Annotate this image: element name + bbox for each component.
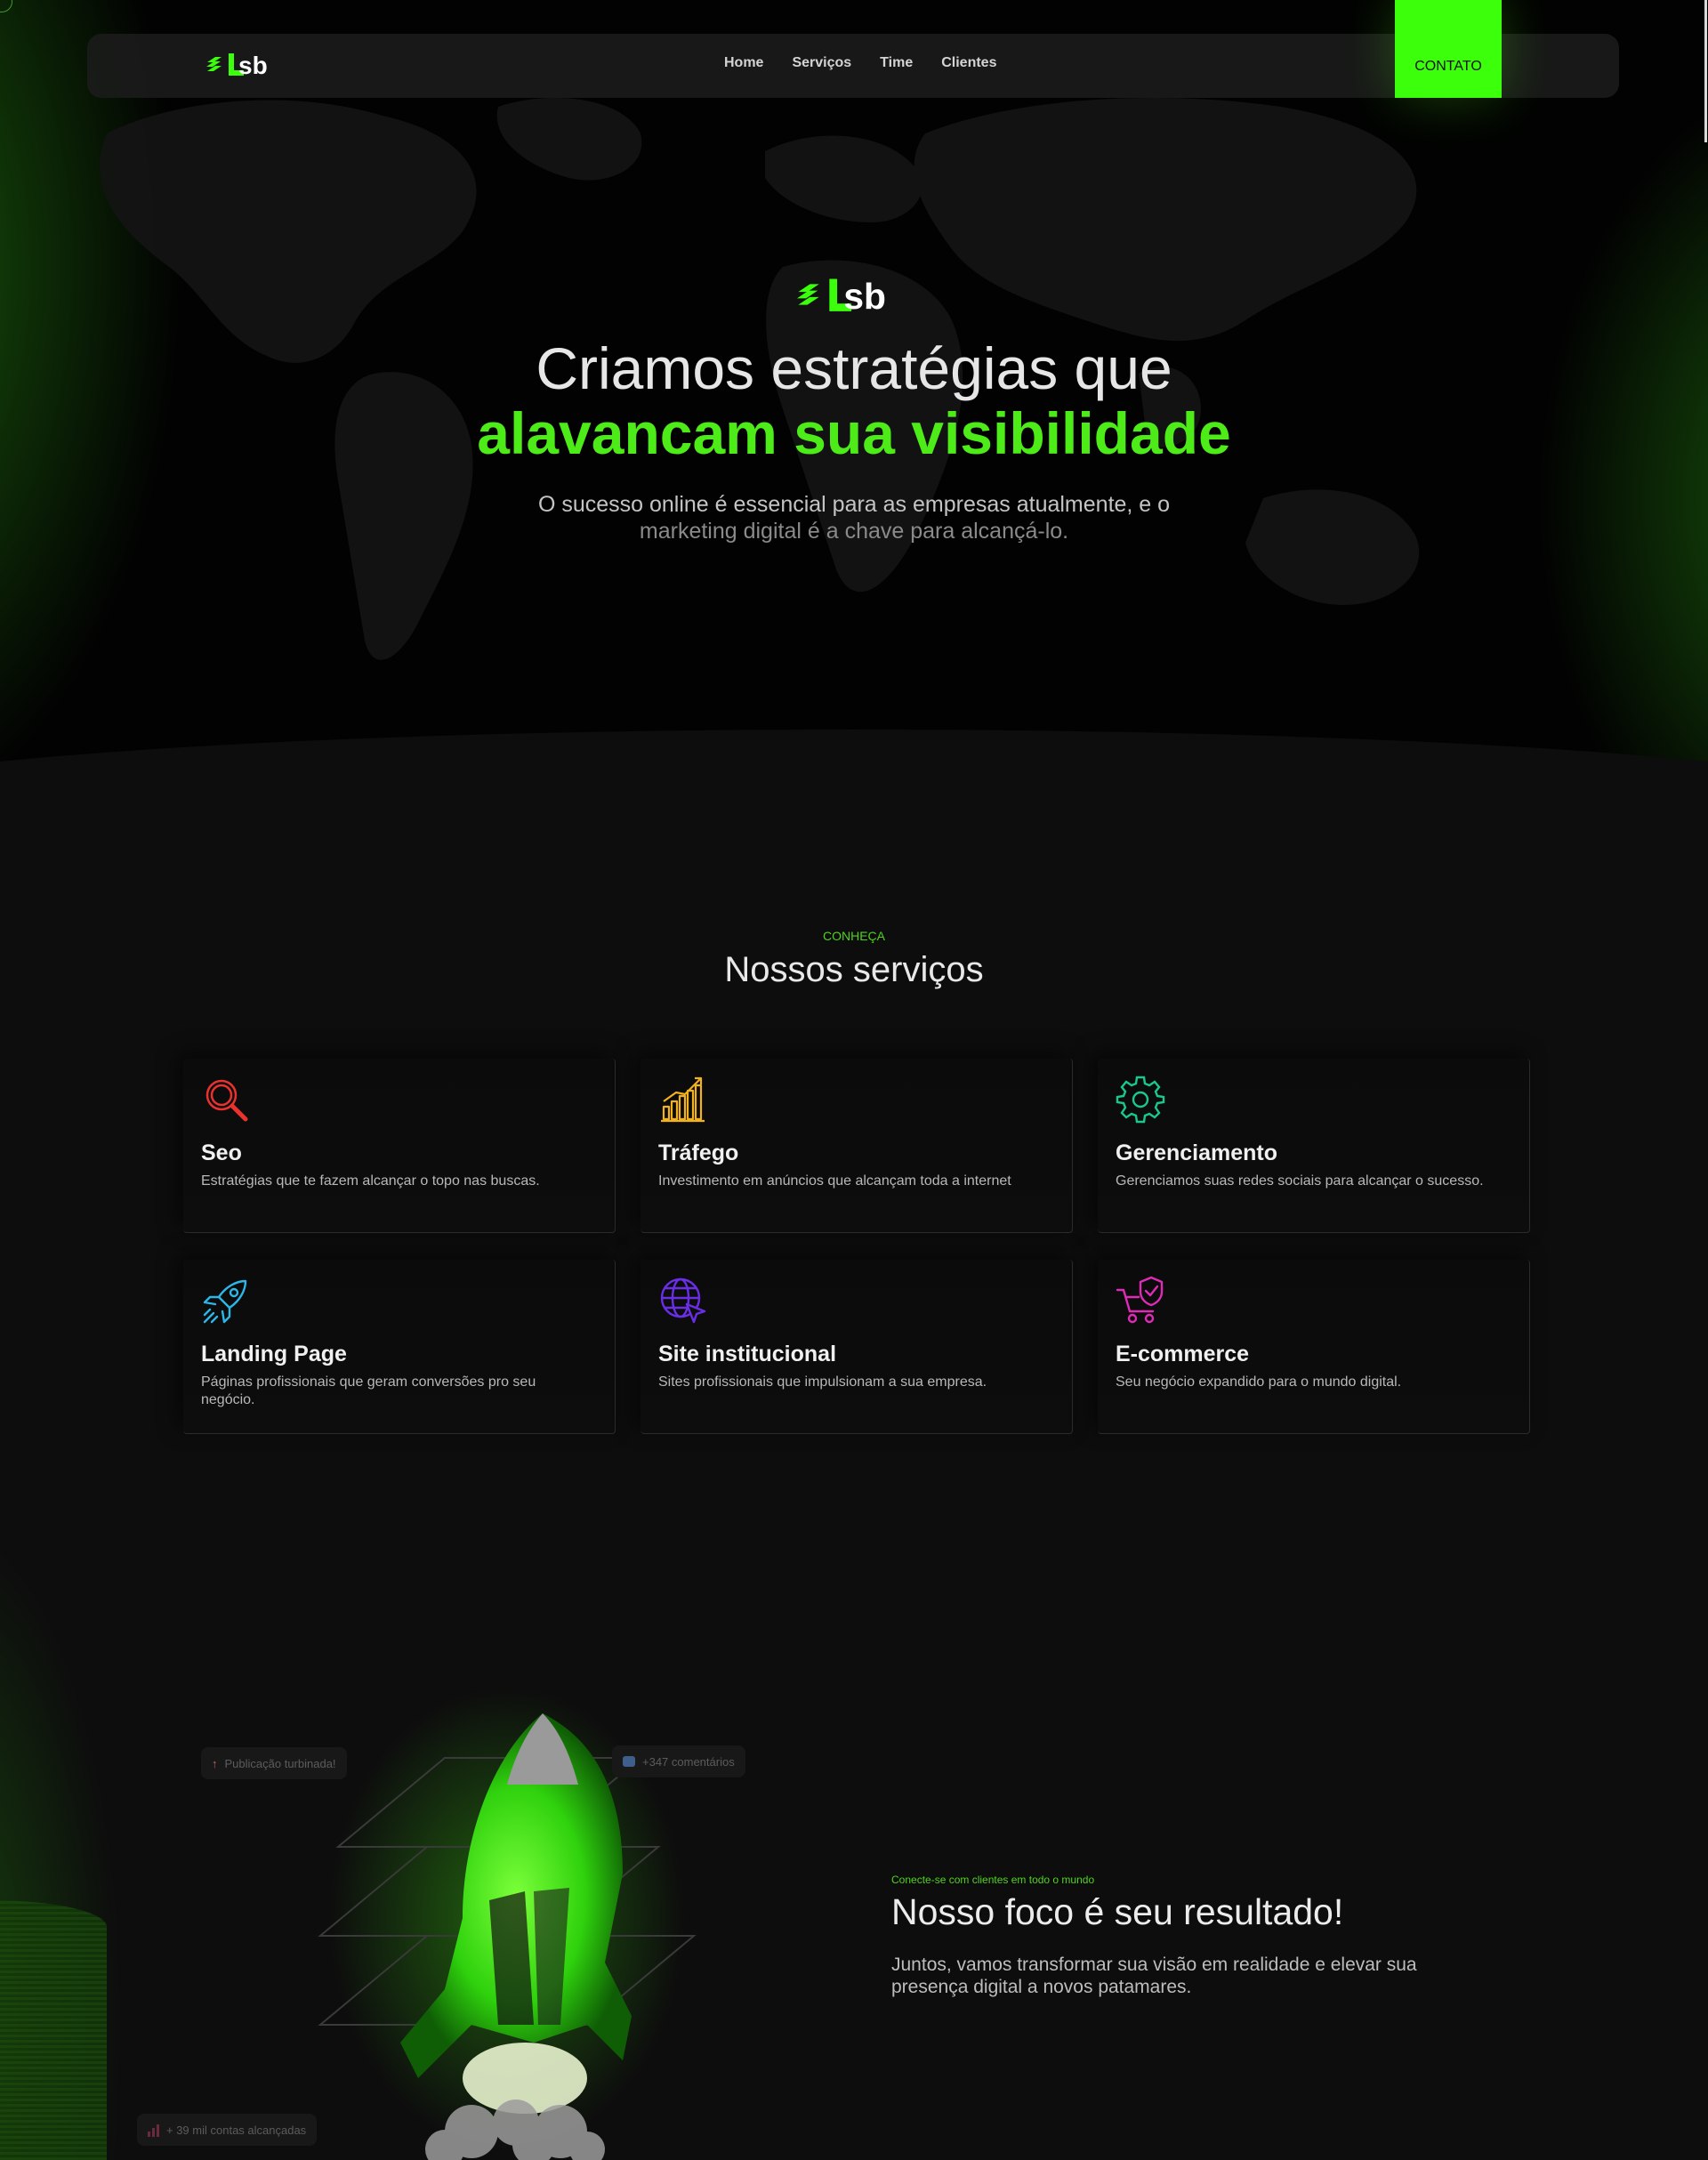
hero-subtitle-line2: marketing digital é a chave para alcançá…	[639, 519, 1069, 544]
logo-mark-icon: sb	[796, 276, 886, 317]
rocket-icon	[203, 1279, 247, 1324]
bar-chart-icon	[661, 1076, 705, 1123]
service-description: Estratégias que te fazem alcançar o topo…	[201, 1173, 540, 1189]
contact-button[interactable]: CONTATO	[1395, 0, 1502, 98]
nav-link-time[interactable]: Time	[880, 55, 913, 71]
service-title: Landing Page	[201, 1342, 347, 1366]
service-description: Sites profissionais que impulsionam a su…	[658, 1374, 987, 1390]
gear-icon	[1116, 1076, 1165, 1124]
focus-title: Nosso foco é seu resultado!	[891, 1891, 1344, 1932]
pedestal-decoration	[0, 1900, 107, 2160]
nav-link-servicos[interactable]: Serviços	[792, 55, 851, 71]
svg-text:sb: sb	[238, 52, 268, 78]
nav-links: Home Serviços Time Clientes	[724, 55, 996, 71]
service-title: Seo	[201, 1140, 242, 1165]
service-description: Seu negócio expandido para o mundo digit…	[1116, 1374, 1402, 1390]
service-description: Páginas profissionais que geram conversõ…	[201, 1374, 536, 1407]
service-title: Site institucional	[658, 1342, 837, 1366]
service-title: E-commerce	[1116, 1342, 1250, 1366]
logo-mark-icon: sb	[206, 52, 268, 78]
focus-section	[0, 1527, 1708, 2160]
cart-shield-icon	[1116, 1276, 1164, 1324]
globe-cursor-icon	[660, 1277, 706, 1324]
chip-reach: + 39 mil contas alcançadas	[137, 2114, 318, 2146]
comment-icon	[623, 1756, 635, 1767]
search-icon	[205, 1079, 248, 1122]
chip-publication-text: Publicação turbinada!	[224, 1756, 336, 1770]
nav-link-home[interactable]: Home	[724, 55, 763, 71]
hero-title: Criamos estratégias que alavancam sua vi…	[0, 336, 1708, 466]
rocket-icon: ↑	[212, 1756, 218, 1770]
service-card-seo[interactable]: Seo Estratégias que te fazem alcançar o …	[183, 1059, 616, 1233]
bar-chart-icon	[148, 2123, 159, 2137]
focus-eyebrow: Conecte-se com clientes em todo o mundo	[891, 1874, 1095, 1886]
chip-reach-text: + 39 mil contas alcançadas	[166, 2123, 307, 2137]
services-eyebrow: CONHEÇA	[822, 929, 885, 943]
edge-highlight-decoration	[1704, 0, 1707, 142]
chip-comments-text: +347 comentários	[642, 1754, 735, 1769]
service-card-site-institucional[interactable]: Site institucional Sites profissionais q…	[640, 1260, 1073, 1434]
service-card-landing-page[interactable]: Landing Page Páginas profissionais que g…	[183, 1260, 616, 1434]
chip-publication: ↑ Publicação turbinada!	[201, 1747, 347, 1779]
service-card-trafego[interactable]: Tráfego Investimento em anúncios que alc…	[640, 1059, 1073, 1233]
nav-link-clientes[interactable]: Clientes	[941, 55, 996, 71]
svg-text:sb: sb	[843, 276, 886, 317]
service-description: Investimento em anúncios que alcançam to…	[658, 1173, 1011, 1189]
focus-description: Juntos, vamos transformar sua visão em r…	[891, 1954, 1417, 1997]
hero-subtitle: O sucesso online é essencial para as emp…	[498, 491, 1210, 544]
service-title: Gerenciamento	[1116, 1140, 1278, 1165]
services-title: Nossos serviços	[724, 950, 984, 989]
hero-title-highlight: alavancam sua visibilidade	[477, 400, 1231, 466]
service-description: Gerenciamos suas redes sociais para alca…	[1116, 1173, 1484, 1189]
service-card-gerenciamento[interactable]: Gerenciamento Gerenciamos suas redes soc…	[1098, 1059, 1530, 1233]
service-title: Tráfego	[658, 1140, 739, 1165]
hero-title-line1: Criamos estratégias que	[536, 335, 1172, 401]
brand-logo[interactable]: sb	[205, 50, 286, 78]
hero-subtitle-line1: O sucesso online é essencial para as emp…	[537, 492, 1171, 517]
service-card-ecommerce[interactable]: E-commerce Seu negócio expandido para o …	[1098, 1260, 1530, 1434]
chip-comments: +347 comentários	[612, 1745, 745, 1777]
hero-logo: sb	[794, 271, 914, 322]
